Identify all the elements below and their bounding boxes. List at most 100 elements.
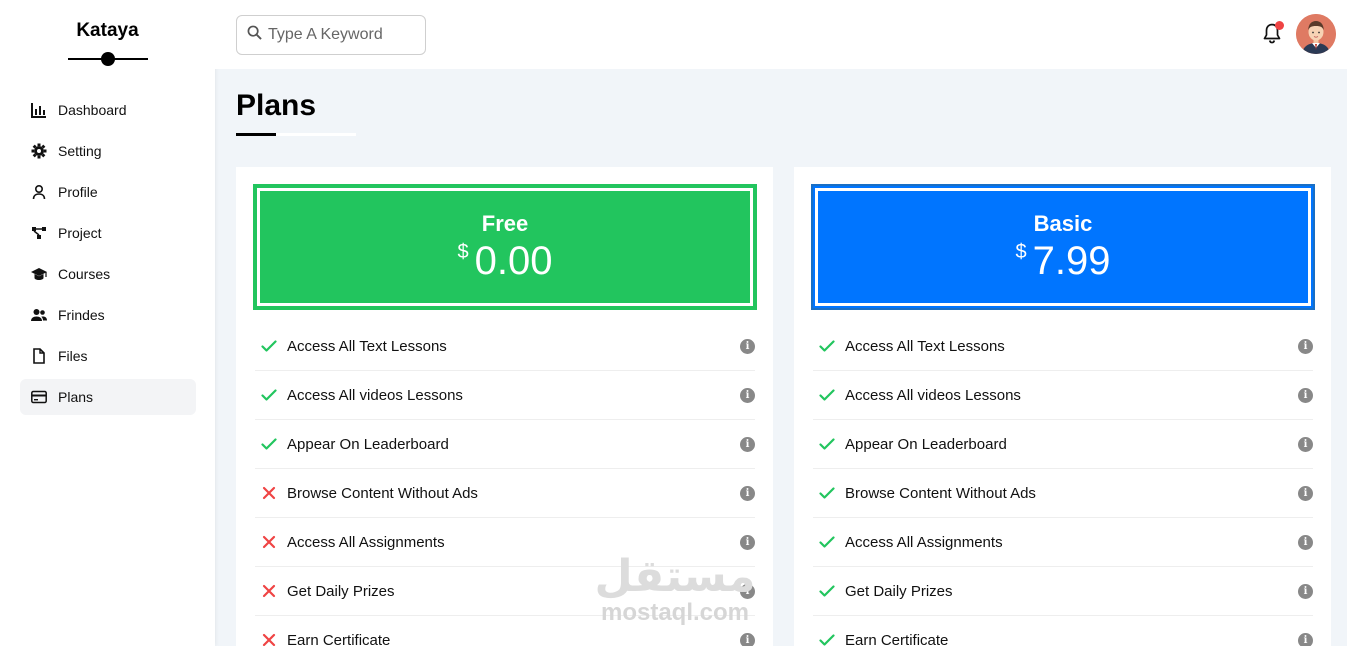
gear-icon	[30, 142, 48, 160]
sidebar-item-label: Plans	[58, 389, 94, 405]
info-icon[interactable]: i	[740, 388, 755, 403]
sidebar-item-plans[interactable]: Plans	[20, 379, 196, 415]
feature-label: Get Daily Prizes	[845, 582, 953, 600]
feature-label: Earn Certificate	[845, 631, 949, 646]
check-icon	[815, 334, 839, 358]
plan-amount: 7.99	[1032, 238, 1111, 283]
feature-row: Browse Content Without Ads i	[255, 469, 755, 518]
page-title: Plans	[236, 89, 317, 122]
brand-decoration	[68, 52, 148, 66]
feature-row: Appear On Leaderboard i	[813, 420, 1313, 469]
sidebar-item-label: Setting	[58, 143, 102, 159]
file-icon	[30, 347, 48, 365]
cross-icon	[257, 579, 281, 603]
feature-row: Browse Content Without Ads i	[813, 469, 1313, 518]
feature-label: Access All videos Lessons	[845, 386, 1021, 404]
check-icon	[815, 628, 839, 646]
sidebar-item-files[interactable]: Files	[20, 338, 196, 374]
feature-row: Access All Assignments i	[813, 518, 1313, 567]
info-icon[interactable]: i	[1298, 584, 1313, 599]
avatar[interactable]	[1296, 14, 1336, 54]
feature-row: Access All videos Lessons i	[813, 371, 1313, 420]
cross-icon	[257, 481, 281, 505]
plan-header: Free $ 0.00	[253, 184, 757, 310]
info-icon[interactable]: i	[740, 339, 755, 354]
check-icon	[815, 579, 839, 603]
feature-row: Access All videos Lessons i	[255, 371, 755, 420]
plan-card-free: Free $ 0.00 Access All Text Lessons i Acce…	[236, 167, 773, 646]
plan-name: Free	[481, 210, 529, 236]
feature-row: Earn Certificate i	[813, 616, 1313, 646]
sidebar-item-label: Courses	[58, 266, 111, 282]
info-icon[interactable]: i	[740, 437, 755, 452]
sidebar-item-label: Profile	[58, 184, 98, 200]
feature-label: Get Daily Prizes	[287, 582, 395, 600]
info-icon[interactable]: i	[1298, 486, 1313, 501]
cross-icon	[257, 628, 281, 646]
plan-currency: $	[1015, 240, 1027, 263]
feature-label: Earn Certificate	[287, 631, 391, 646]
feature-list: Access All Text Lessons i Access All video…	[813, 322, 1313, 646]
sidebar: Kataya Dashboard Setting Profile Project…	[0, 0, 215, 646]
sidebar-item-profile[interactable]: Profile	[20, 174, 196, 210]
check-icon	[815, 530, 839, 554]
info-icon[interactable]: i	[740, 486, 755, 501]
feature-label: Access All Assignments	[287, 533, 445, 551]
sidebar-item-label: Project	[58, 225, 102, 241]
notification-badge	[1275, 21, 1284, 30]
info-icon[interactable]: i	[1298, 633, 1313, 646]
check-icon	[257, 432, 281, 456]
info-icon[interactable]: i	[1298, 339, 1313, 354]
feature-label: Access All Text Lessons	[845, 337, 1005, 355]
users-icon	[30, 306, 48, 324]
sidebar-item-project[interactable]: Project	[20, 215, 196, 251]
feature-label: Appear On Leaderboard	[845, 435, 1007, 453]
feature-label: Appear On Leaderboard	[287, 435, 449, 453]
plan-amount: 0.00	[474, 238, 553, 283]
feature-row: Access All Text Lessons i	[813, 322, 1313, 371]
check-icon	[815, 481, 839, 505]
search-icon	[247, 25, 268, 45]
search-box[interactable]	[236, 15, 426, 55]
top-header	[215, 0, 1347, 69]
info-icon[interactable]: i	[740, 633, 755, 646]
check-icon	[815, 383, 839, 407]
feature-row: Access All Assignments i	[255, 518, 755, 567]
plan-card-basic: Basic $ 7.99 Access All Text Lessons i Acc…	[794, 167, 1331, 646]
sidebar-nav: Dashboard Setting Profile Project Course…	[20, 92, 196, 420]
sidebar-item-courses[interactable]: Courses	[20, 256, 196, 292]
plan-name: Basic	[1033, 210, 1093, 236]
info-icon[interactable]: i	[1298, 437, 1313, 452]
search-input[interactable]	[268, 26, 418, 44]
sidebar-item-frindes[interactable]: Frindes	[20, 297, 196, 333]
feature-row: Get Daily Prizes i	[255, 567, 755, 616]
info-icon[interactable]: i	[740, 535, 755, 550]
sidebar-item-dashboard[interactable]: Dashboard	[20, 92, 196, 128]
check-icon	[815, 432, 839, 456]
sidebar-item-label: Dashboard	[58, 102, 127, 118]
check-icon	[257, 334, 281, 358]
feature-list: Access All Text Lessons i Access All video…	[255, 322, 755, 646]
info-icon[interactable]: i	[1298, 388, 1313, 403]
info-icon[interactable]: i	[740, 584, 755, 599]
feature-label: Browse Content Without Ads	[845, 484, 1036, 502]
plan-price: $ 7.99	[1016, 239, 1111, 284]
feature-label: Access All videos Lessons	[287, 386, 463, 404]
cross-icon	[257, 530, 281, 554]
feature-row: Get Daily Prizes i	[813, 567, 1313, 616]
feature-row: Appear On Leaderboard i	[255, 420, 755, 469]
feature-label: Browse Content Without Ads	[287, 484, 478, 502]
check-icon	[257, 383, 281, 407]
info-icon[interactable]: i	[1298, 535, 1313, 550]
feature-label: Access All Text Lessons	[287, 337, 447, 355]
feature-row: Earn Certificate i	[255, 616, 755, 646]
plan-currency: $	[457, 240, 469, 263]
sidebar-item-label: Files	[58, 348, 88, 364]
chart-icon	[30, 101, 48, 119]
graduation-cap-icon	[30, 265, 48, 283]
project-icon	[30, 224, 48, 242]
sidebar-item-setting[interactable]: Setting	[20, 133, 196, 169]
notifications-button[interactable]	[1261, 21, 1284, 44]
user-icon	[30, 183, 48, 201]
title-underline	[236, 133, 356, 136]
